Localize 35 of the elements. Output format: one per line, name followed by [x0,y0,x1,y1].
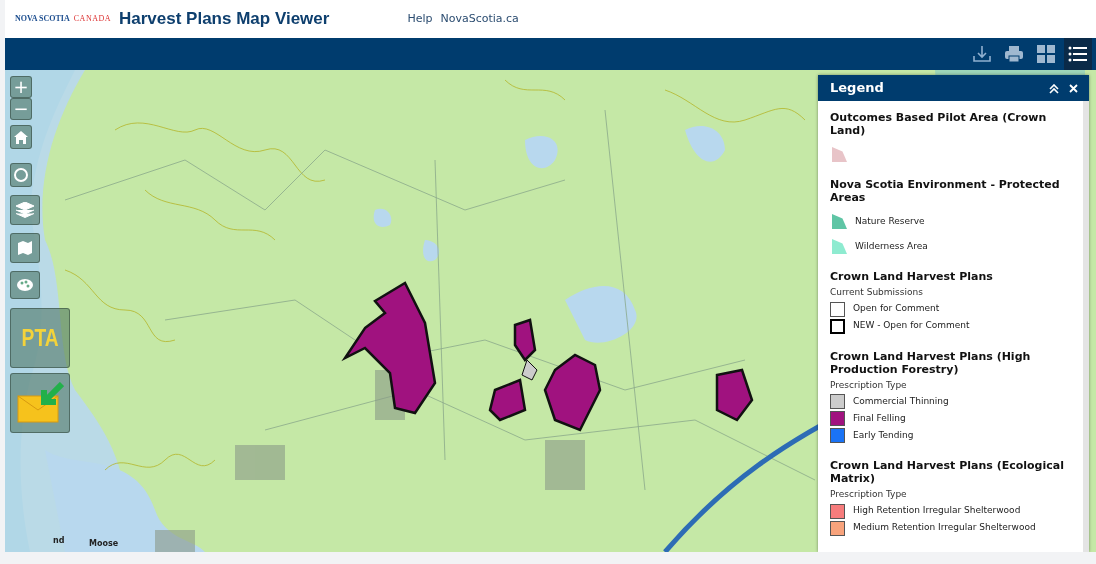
mail-icon[interactable] [10,373,70,433]
home-icon[interactable] [10,125,32,149]
header-link[interactable]: Help [407,10,433,28]
legend-section-title: Crown Land Harvest Plans [830,270,994,283]
legend-item-label: Open for Comment [853,302,940,316]
legend-item-label: Medium Retention Irregular Shelterwood [853,521,1036,535]
legend-item-label: Nature Reserve [855,214,925,228]
legend-title: Legend [830,79,885,98]
legend-item-label: Final Felling [853,411,906,425]
legend-section-title: Nova Scotia Environment - Protected Areas [830,178,1061,204]
legend-subtitle: Prescription Type [830,488,908,501]
legend-subtitle: Current Submissions [830,286,924,299]
legend-subtitle: Prescription Type [830,378,908,392]
palette-icon[interactable] [10,271,40,299]
map-label: nd [53,535,65,547]
legend-item-label: Commercial Thinning [853,394,949,408]
basemap-icon[interactable] [10,233,40,263]
map-label: Moose [89,538,119,550]
legend-section-title: Crown Land Harvest Plans (High Production Forestry) [830,349,1032,376]
legend-item-label: NEW - Open for Comment [853,319,970,333]
legend-item-label: Wilderness Area [855,239,928,253]
legend-section-title: Outcomes Based Pilot Area (Crown Land) [830,111,1048,137]
locate-icon[interactable] [10,163,32,187]
layers-icon[interactable] [10,195,40,225]
legend-item-label: High Retention Irregular Shelterwood [853,504,1021,518]
zoom-in-button[interactable]: + [10,76,32,98]
header-link[interactable]: NovaScotia.ca [440,10,519,28]
legend-item-label: Early Tending [853,428,914,442]
logo-text: NOVA SCOTIA [15,13,70,25]
app-title: Harvest Plans Map Viewer [119,8,330,31]
legend-list-icon[interactable] [1064,38,1092,70]
zoom-out-button[interactable]: − [10,98,32,120]
legend-section-title: Crown Land Harvest Plans (Ecological Matrix) [830,459,1065,485]
logo-subtext: CANADA [73,13,111,25]
pta-button[interactable]: PTA [10,308,70,368]
